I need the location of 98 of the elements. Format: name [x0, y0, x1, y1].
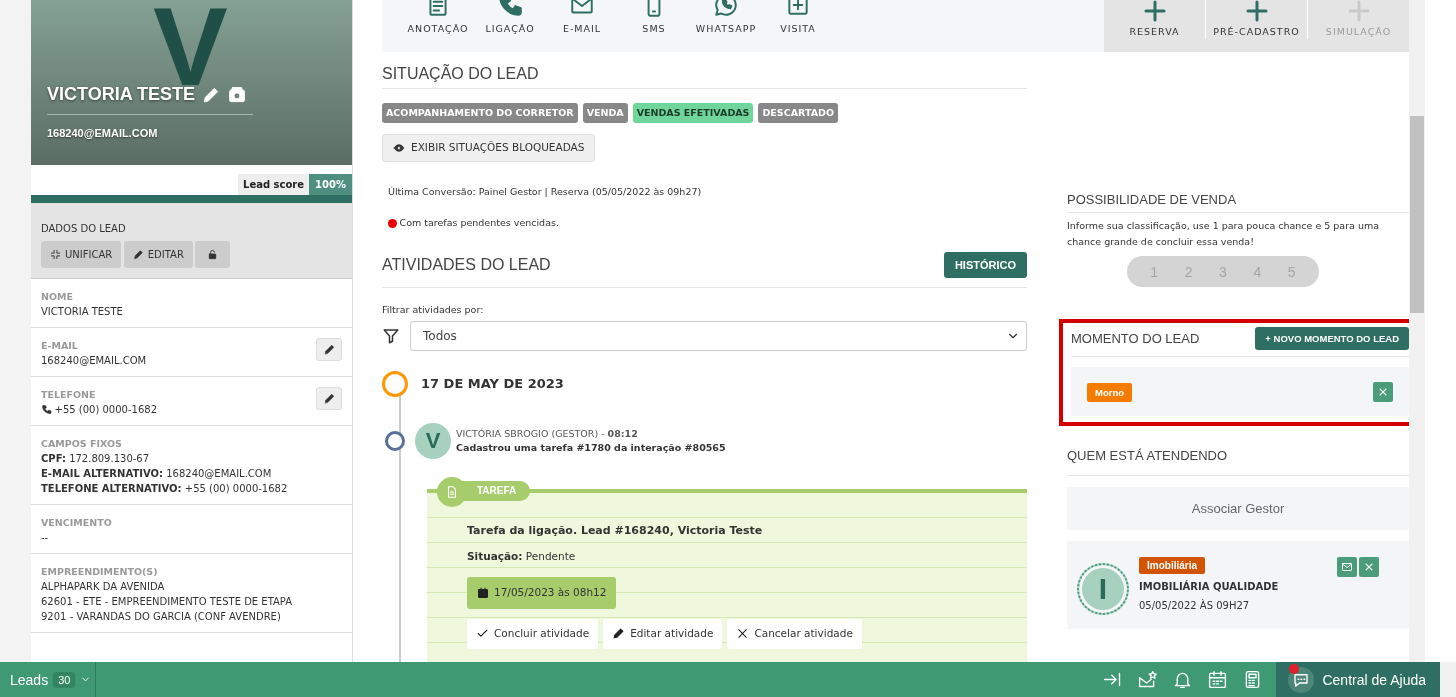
scrollbar-track [1440, 662, 1456, 697]
field-value: 168240@EMAIL.COM [41, 354, 148, 368]
phone-icon [41, 404, 52, 415]
filter-label: Filtrar atividades por: [382, 302, 485, 317]
timeline-marker [382, 370, 408, 397]
activity-button[interactable]: E-MAIL [546, 0, 618, 52]
section-title: MOMENTO DO LEAD [1071, 331, 1200, 346]
associate-manager-button[interactable]: Associar Gestor [1067, 487, 1409, 530]
activity-button[interactable]: LIGAÇÃO [474, 0, 546, 52]
lock-button[interactable] [195, 241, 231, 268]
alert-dot-icon [388, 218, 397, 228]
status-tag[interactable]: DESCARTADO [758, 103, 838, 124]
camera-icon[interactable] [227, 84, 248, 105]
rating-hint: Informe sua classificação, use 1 para pouca chance e 5 para uma chance grande de concluir essa venda! [1067, 219, 1381, 249]
edit-field-button[interactable] [316, 338, 342, 361]
leads-count: 30 [53, 671, 76, 688]
field-label: NOME [41, 290, 73, 304]
new-moment-button[interactable]: + NOVO MOMENTO DO LEAD [1255, 327, 1409, 350]
plus-icon [1244, 0, 1269, 23]
remove-button[interactable] [1359, 557, 1379, 577]
section-title: SITUAÇÃO DO LEAD [382, 65, 1027, 89]
field-value: +55 (00) 0000-1682 [54, 403, 157, 417]
edit-field-button[interactable] [316, 387, 342, 410]
author-line: VICTÓRIA SBROGIO (GESTOR) - 08:12 [456, 426, 639, 441]
status-tag[interactable]: ACOMPANHAMENTO DO CORRETOR [382, 103, 578, 124]
activity-button[interactable]: ANOTAÇÃO [402, 0, 474, 52]
task-status: Situação: Pendente [467, 549, 577, 565]
leads-label: Leads [10, 671, 49, 688]
task-title: Tarefa da ligação. Lead #168240, Victoria Teste [467, 522, 764, 539]
field-label: EMPREENDIMENTO(S) [41, 565, 158, 579]
compress-icon [50, 249, 61, 260]
field-value: ALPHAPARK DA AVENIDA [41, 580, 166, 594]
calendar-icon [477, 586, 489, 599]
date-heading: 17 DE MAY DE 2023 [421, 375, 564, 393]
pencil-icon [132, 249, 144, 260]
activity-button[interactable]: VISITA [762, 0, 834, 52]
activity-button[interactable]: SMS [618, 0, 690, 52]
status-tag[interactable]: VENDA [582, 103, 628, 124]
lead-score-value: 100% [309, 174, 352, 195]
field-label: CAMPOS FIXOS [41, 437, 122, 451]
task-action-button[interactable]: Editar atividade [603, 618, 723, 649]
lead-email: 168240@EMAIL.COM [47, 127, 159, 139]
pencil-icon [322, 343, 336, 356]
plus-icon [1346, 0, 1371, 23]
alert-text: Com tarefas pendentes vencidas. [399, 216, 559, 231]
close-icon [1378, 387, 1388, 397]
email-button[interactable] [1336, 557, 1357, 577]
edit-button[interactable]: EDITAR [123, 241, 193, 268]
merge-button[interactable]: UNIFICAR [41, 241, 122, 268]
avatar-letter: V [415, 422, 451, 459]
help-center-button[interactable]: Central de Ajuda [1276, 662, 1440, 697]
pencil-icon [322, 392, 336, 405]
show-blocked-button[interactable]: EXIBIR SITUAÇÕES BLOQUEADAS [382, 134, 596, 162]
envelope-star-icon [1137, 669, 1159, 690]
filter-icon [382, 326, 400, 345]
field-value: E-MAIL ALTERNATIVO: 168240@EMAIL.COM [41, 467, 273, 481]
due-date-badge: 17/05/2023 às 08h12 [467, 577, 617, 609]
envelope-icon [1340, 561, 1353, 573]
field-value: TELEFONE ALTERNATIVO: +55 (00) 0000-1682 [41, 482, 289, 496]
task-action-button[interactable]: Concluir atividade [467, 618, 599, 649]
task-action-button[interactable]: Cancelar atividade [727, 618, 862, 649]
agent-type-tag: Imobiliária [1139, 557, 1205, 574]
field-value: CPF: 172.809.130-67 [41, 452, 151, 466]
field-value: 62601 - ETE - EMPREENDIMENTO TESTE DE ETAPA [41, 595, 294, 609]
section-title: DADOS DO LEAD [41, 222, 127, 236]
close-icon [736, 627, 750, 641]
agent-name: IMOBILIÁRIA QUALIDADE [1139, 579, 1280, 594]
activity-button[interactable]: WHATSAPP [690, 0, 762, 52]
document-icon [445, 484, 459, 499]
filter-select[interactable]: Todos [410, 320, 1027, 351]
plus-icon [1142, 0, 1167, 23]
field-value: 9201 - VARANDAS DO GARCIA (CONF AVENDRE) [41, 610, 282, 624]
agent-date: 05/05/2022 ÀS 09H27 [1139, 598, 1251, 613]
padlock-icon [207, 249, 219, 260]
calendar-icon [1207, 669, 1229, 690]
quick-action-button[interactable]: RESERVA [1104, 0, 1206, 39]
field-value: -- [41, 531, 50, 545]
moment-tag: Morno [1087, 382, 1133, 402]
history-button[interactable]: HISTÓRICO [943, 251, 1027, 278]
activity-text: Cadastrou uma tarefa #1780 da interação #80565 [456, 440, 726, 455]
field-value: VICTORIA TESTE [41, 305, 124, 319]
eye-icon [393, 142, 405, 155]
status-tag[interactable]: VENDAS EFETIVADAS [632, 103, 754, 124]
avatar-letter: I [1077, 563, 1129, 615]
pencil-icon [612, 627, 626, 641]
close-icon [1364, 562, 1374, 572]
section-title: ATIVIDADES DO LEAD [382, 255, 551, 274]
field-label: E-MAIL [41, 339, 78, 353]
quick-action-button[interactable]: PRÉ-CADASTRO [1206, 0, 1308, 39]
timeline-marker [385, 430, 405, 451]
remove-button[interactable] [1373, 382, 1393, 402]
field-label: VENCIMENTO [41, 516, 112, 530]
last-conversion-text: Última Conversão: Painel Gestor | Reserva (05/05/2022 às 09h27) [388, 185, 703, 199]
lead-name: VICTORIA TESTE [47, 84, 196, 105]
section-title: POSSIBILIDADE DE VENDA [1067, 192, 1409, 213]
section-title: QUEM ESTÁ ATENDENDO [1067, 448, 1409, 476]
lead-score-label: Lead score [238, 174, 310, 195]
field-label: TELEFONE [41, 388, 96, 402]
